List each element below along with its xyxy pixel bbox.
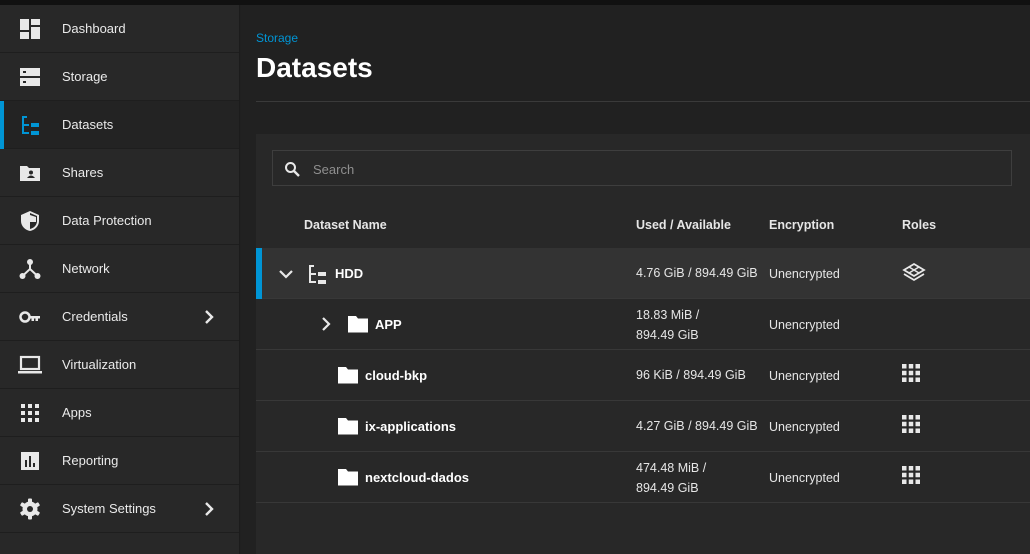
apps-role-icon: [902, 364, 926, 388]
dataset-encryption: Unencrypted: [769, 420, 840, 434]
dataset-used-available: 474.48 MiB / 894.49 GiB: [636, 458, 706, 498]
pool-role-icon: [902, 261, 926, 285]
apps-grid-icon: [18, 401, 42, 425]
search-icon: [284, 161, 300, 177]
dataset-encryption: Unencrypted: [769, 267, 840, 281]
sidebar-item-label: System Settings: [62, 501, 156, 516]
sidebar-item-shares[interactable]: Shares: [0, 149, 239, 197]
sidebar-item-label: Storage: [62, 69, 108, 84]
sidebar-item-label: Dashboard: [62, 21, 126, 36]
datasets-icon: [18, 113, 42, 137]
dataset-used-available: 4.27 GiB / 894.49 GiB: [636, 419, 758, 433]
table-row[interactable]: nextcloud-dados 474.48 MiB / 894.49 GiB …: [256, 452, 1030, 503]
dataset-encryption: Unencrypted: [769, 471, 840, 485]
column-header-used-available[interactable]: Used / Available: [636, 218, 731, 232]
shield-icon: [18, 209, 42, 233]
table-row[interactable]: APP 18.83 MiB / 894.49 GiB Unencrypted: [256, 299, 1030, 350]
divider: [256, 101, 1030, 102]
sidebar-item-data-protection[interactable]: Data Protection: [0, 197, 239, 245]
search-box[interactable]: [272, 150, 1012, 186]
sidebar-item-network[interactable]: Network: [0, 245, 239, 293]
main-content: Storage Datasets Dataset Name Used / Ava…: [241, 5, 1030, 554]
dataset-encryption: Unencrypted: [769, 318, 840, 332]
dashboard-icon: [18, 17, 42, 41]
sidebar-item-label: Reporting: [62, 453, 119, 468]
reporting-icon: [18, 449, 42, 473]
used-line-2: 894.49 GiB: [636, 481, 699, 495]
gear-icon: [18, 497, 42, 521]
table-row[interactable]: ix-applications 4.27 GiB / 894.49 GiB Un…: [256, 401, 1030, 452]
sidebar-item-credentials[interactable]: Credentials: [0, 293, 239, 341]
apps-role-icon: [902, 415, 926, 439]
laptop-icon: [18, 353, 42, 377]
sidebar-item-storage[interactable]: Storage: [0, 53, 239, 101]
dataset-name: cloud-bkp: [365, 368, 428, 383]
dataset-name: ix-applications: [365, 419, 457, 434]
datasets-panel: Dataset Name Used / Available Encryption…: [256, 134, 1030, 554]
sidebar-item-label: Credentials: [62, 309, 128, 324]
chevron-right-icon: [197, 497, 221, 521]
dataset-name: HDD: [335, 266, 364, 281]
storage-icon: [18, 65, 42, 89]
column-header-encryption[interactable]: Encryption: [769, 218, 834, 232]
sidebar-item-datasets[interactable]: Datasets: [0, 101, 239, 149]
sidebar-item-virtualization[interactable]: Virtualization: [0, 341, 239, 389]
network-icon: [18, 257, 42, 281]
shares-folder-icon: [18, 161, 42, 185]
table-header: Dataset Name Used / Available Encryption…: [256, 202, 1030, 248]
apps-role-icon: [902, 466, 926, 490]
dataset-tree-icon: [307, 263, 329, 285]
dataset-encryption: Unencrypted: [769, 369, 840, 383]
folder-icon: [347, 313, 369, 335]
dataset-used-available: 4.76 GiB / 894.49 GiB: [636, 266, 758, 280]
sidebar-item-label: Data Protection: [62, 213, 152, 228]
search-input[interactable]: [313, 159, 993, 179]
sidebar-item-label: Virtualization: [62, 357, 137, 372]
folder-icon: [337, 415, 359, 437]
used-line-2: 894.49 GiB: [636, 328, 699, 342]
breadcrumb-storage[interactable]: Storage: [256, 31, 298, 45]
used-line-1: 18.83 MiB /: [636, 308, 700, 322]
key-icon: [18, 305, 42, 329]
sidebar-item-label: Network: [62, 261, 110, 276]
sidebar-item-label: Datasets: [62, 117, 114, 132]
folder-icon: [337, 466, 359, 488]
sidebar: Dashboard Storage Datasets Shares Data P…: [0, 5, 240, 554]
chevron-down-icon[interactable]: [277, 265, 295, 283]
dataset-name: nextcloud-dados: [365, 470, 470, 485]
page-title: Datasets: [256, 52, 373, 83]
sidebar-item-dashboard[interactable]: Dashboard: [0, 5, 239, 53]
sidebar-item-label: Shares: [62, 165, 104, 180]
dataset-used-available: 18.83 MiB / 894.49 GiB: [636, 305, 699, 345]
table-row[interactable]: cloud-bkp 96 KiB / 894.49 GiB Unencrypte…: [256, 350, 1030, 401]
sidebar-item-system-settings[interactable]: System Settings: [0, 485, 239, 533]
sidebar-item-label: Apps: [62, 405, 92, 420]
sidebar-item-apps[interactable]: Apps: [0, 389, 239, 437]
used-line-1: 474.48 MiB /: [636, 461, 707, 475]
table-row[interactable]: HDD 4.76 GiB / 894.49 GiB Unencrypted: [256, 248, 1030, 299]
chevron-right-icon[interactable]: [317, 315, 335, 333]
column-header-roles[interactable]: Roles: [902, 218, 936, 232]
folder-icon: [337, 364, 359, 386]
chevron-right-icon: [197, 305, 221, 329]
dataset-used-available: 96 KiB / 894.49 GiB: [636, 368, 746, 382]
dataset-name: APP: [375, 317, 402, 332]
column-header-dataset-name[interactable]: Dataset Name: [304, 218, 387, 232]
sidebar-item-reporting[interactable]: Reporting: [0, 437, 239, 485]
